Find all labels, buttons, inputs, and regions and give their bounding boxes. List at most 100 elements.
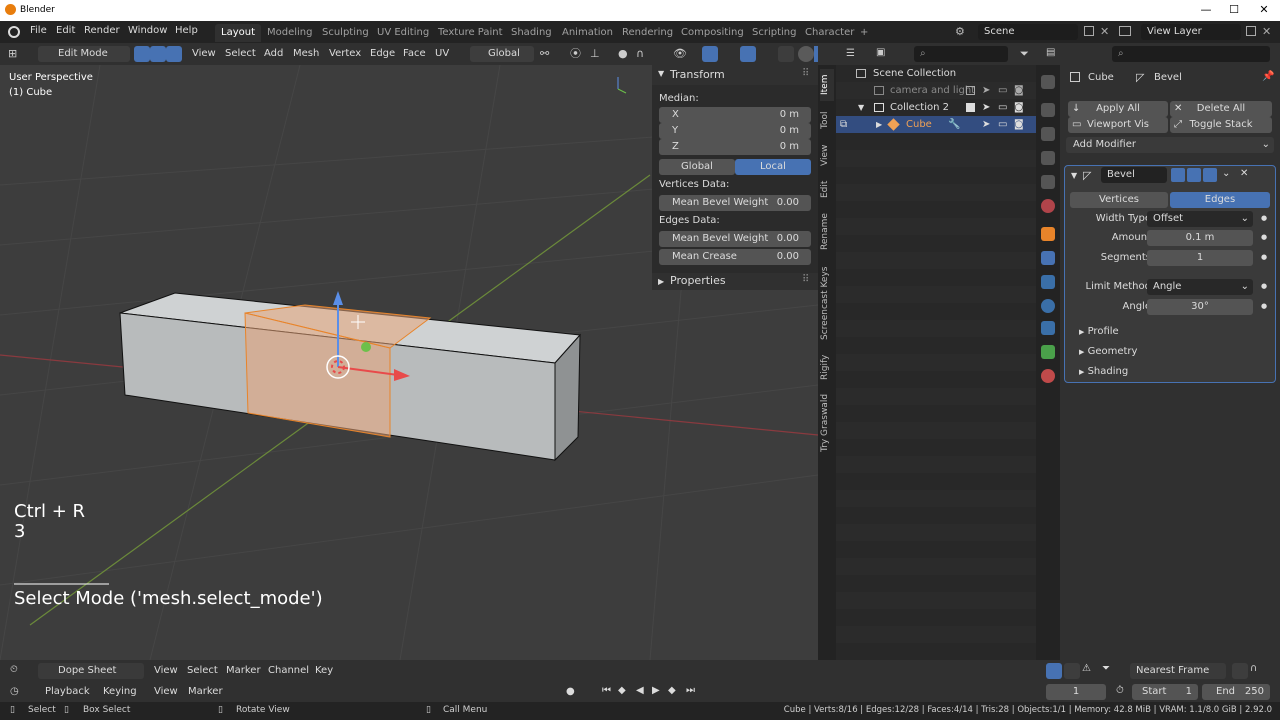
transform-panel-header[interactable]: ▼ Transform ⠿ bbox=[652, 65, 818, 85]
outliner-row-camera-light[interactable]: camera and light ➤ ▭ ◙ bbox=[836, 82, 1036, 99]
particles-tab-icon[interactable] bbox=[1041, 275, 1055, 289]
viewport-monitor-icon[interactable]: ▭ bbox=[998, 116, 1007, 133]
start-frame-field[interactable]: Start 1 bbox=[1132, 684, 1198, 700]
viewport-menu-face[interactable]: Face bbox=[403, 46, 426, 62]
next-keyframe-icon[interactable]: ◆ bbox=[668, 685, 676, 696]
outliner-scene-collection[interactable]: Scene Collection bbox=[836, 65, 1036, 82]
tab-rendering[interactable]: Rendering bbox=[616, 24, 679, 42]
properties-search-input[interactable]: ⌕ bbox=[1112, 46, 1270, 62]
transform-orientation-dropdown[interactable]: Global bbox=[470, 46, 534, 62]
outliner-row-cube[interactable]: ⧉ ▶ Cube 🔧 ➤ ▭ ◙ bbox=[836, 116, 1036, 133]
mean-crease-field[interactable]: Mean Crease 0.00 bbox=[659, 249, 811, 265]
viewport-monitor-icon[interactable]: ▭ bbox=[998, 99, 1007, 116]
tab-character[interactable]: Character bbox=[799, 24, 860, 42]
jump-start-icon[interactable]: ⏮ bbox=[602, 685, 611, 696]
viewport-menu-mesh[interactable]: Mesh bbox=[293, 46, 319, 62]
geometry-subpanel[interactable]: ▶ Geometry bbox=[1079, 346, 1259, 362]
affect-edges-toggle[interactable]: Edges bbox=[1170, 192, 1270, 208]
tool-tab-icon[interactable] bbox=[1041, 75, 1055, 89]
play-reverse-icon[interactable]: ◀ bbox=[636, 685, 644, 696]
wireframe-shading-icon[interactable] bbox=[798, 46, 814, 62]
add-workspace-button[interactable]: + bbox=[854, 24, 874, 42]
segments-field[interactable]: 1 bbox=[1147, 250, 1253, 266]
view-layer-tab-icon[interactable] bbox=[1041, 151, 1055, 165]
world-tab-icon[interactable] bbox=[1041, 199, 1055, 213]
median-z-field[interactable]: Z 0 m bbox=[659, 139, 811, 155]
timeline-menu-view[interactable]: View bbox=[154, 663, 178, 679]
keyframe-dot-icon[interactable]: ● bbox=[1261, 233, 1267, 241]
properties-editor-icon[interactable]: ▤ bbox=[1046, 47, 1062, 61]
edge-bevel-weight-field[interactable]: Mean Bevel Weight 0.00 bbox=[659, 231, 811, 247]
delete-scene-icon[interactable]: ✕ bbox=[1100, 25, 1109, 38]
viewport-vis-button[interactable]: ▭ Viewport Vis bbox=[1068, 117, 1168, 133]
outliner-row-collection-2[interactable]: ▼ Collection 2 ➤ ▭ ◙ bbox=[836, 99, 1036, 116]
drag-handle-icon[interactable]: ⠿ bbox=[802, 274, 809, 285]
viewport-menu-add[interactable]: Add bbox=[264, 46, 283, 62]
data-tab-icon[interactable] bbox=[1041, 345, 1055, 359]
chevron-down-icon[interactable]: ⌄ bbox=[1222, 168, 1230, 179]
output-tab-icon[interactable] bbox=[1041, 127, 1055, 141]
object-tab-icon[interactable] bbox=[1041, 227, 1055, 241]
edge-select-mode-icon[interactable] bbox=[150, 46, 166, 62]
select-arrow-icon[interactable]: ➤ bbox=[982, 116, 990, 133]
select-tool-icon[interactable] bbox=[1046, 663, 1062, 679]
sidebar-tab-tool[interactable]: Tool bbox=[820, 107, 834, 133]
render-camera-icon[interactable]: ◙ bbox=[1014, 82, 1024, 99]
modifier-tab-icon[interactable] bbox=[1041, 251, 1055, 265]
expand-arrow-icon[interactable]: ▼ bbox=[858, 99, 864, 116]
modifier-name-input[interactable]: Bevel bbox=[1101, 167, 1167, 183]
keyframe-dot-icon[interactable]: ● bbox=[1261, 214, 1267, 222]
exclude-checkbox[interactable] bbox=[966, 86, 975, 95]
menu-file[interactable]: File bbox=[30, 25, 47, 36]
filter-icon[interactable]: ⏷ bbox=[1020, 47, 1029, 61]
tab-texture-paint[interactable]: Texture Paint bbox=[432, 24, 509, 42]
affect-vertices-toggle[interactable]: Vertices bbox=[1070, 192, 1168, 208]
edit-mode-icon[interactable]: ⧉ bbox=[840, 116, 847, 133]
playback-menu[interactable]: Playback bbox=[45, 684, 90, 700]
maximize-button[interactable]: ☐ bbox=[1220, 2, 1248, 18]
filter-icon[interactable]: ⏷ bbox=[1102, 663, 1118, 679]
scene-icon[interactable]: ⚙ bbox=[955, 25, 969, 39]
current-frame-field[interactable]: 1 bbox=[1046, 684, 1106, 700]
box-select-tool-icon[interactable] bbox=[1064, 663, 1080, 679]
clock-icon[interactable]: ⏱ bbox=[1116, 685, 1124, 696]
viewport-menu-edge[interactable]: Edge bbox=[370, 46, 395, 62]
remove-modifier-icon[interactable]: ✕ bbox=[1240, 168, 1248, 179]
editor-type-icon[interactable]: ⊞ bbox=[8, 46, 24, 62]
vertex-bevel-weight-field[interactable]: Mean Bevel Weight 0.00 bbox=[659, 195, 811, 211]
pin-icon[interactable]: 📌 bbox=[1262, 71, 1274, 82]
angle-field[interactable]: 30° bbox=[1147, 299, 1253, 315]
amount-field[interactable]: 0.1 m bbox=[1147, 230, 1253, 246]
constraints-tab-icon[interactable] bbox=[1041, 321, 1055, 335]
timeline-view-menu[interactable]: View bbox=[154, 684, 178, 700]
view-layer-icon[interactable] bbox=[1119, 26, 1131, 36]
sidebar-tab-rename[interactable]: Rename bbox=[820, 211, 834, 253]
prev-keyframe-icon[interactable]: ◆ bbox=[618, 685, 626, 696]
toggle-stack-button[interactable]: ⤢ Toggle Stack bbox=[1170, 117, 1272, 133]
viewport-menu-select[interactable]: Select bbox=[225, 46, 256, 62]
viewport-menu-uv[interactable]: UV bbox=[435, 46, 449, 62]
keying-menu[interactable]: Keying bbox=[103, 684, 137, 700]
add-modifier-dropdown[interactable]: Add Modifier ⌄ bbox=[1066, 137, 1274, 153]
solid-shading-icon[interactable] bbox=[814, 46, 818, 62]
snap-icon[interactable]: ⦿ bbox=[570, 46, 586, 62]
render-tab-icon[interactable] bbox=[1041, 103, 1055, 117]
collapse-arrow-icon[interactable]: ▼ bbox=[1071, 171, 1077, 180]
viewport-monitor-icon[interactable]: ▭ bbox=[998, 82, 1007, 99]
limit-method-dropdown[interactable]: Angle ⌄ bbox=[1147, 279, 1253, 295]
play-icon[interactable]: ▶ bbox=[652, 685, 660, 696]
apply-all-button[interactable]: ↓ Apply All bbox=[1068, 101, 1168, 117]
face-select-mode-icon[interactable] bbox=[166, 46, 182, 62]
xray-toggle-icon[interactable] bbox=[778, 46, 794, 62]
end-frame-field[interactable]: End 250 bbox=[1202, 684, 1270, 700]
material-tab-icon[interactable] bbox=[1041, 369, 1055, 383]
scene-field[interactable]: Scene bbox=[978, 24, 1078, 40]
overlay-toggle-icon[interactable] bbox=[740, 46, 756, 62]
menu-edit[interactable]: Edit bbox=[56, 25, 75, 36]
menu-render[interactable]: Render bbox=[84, 25, 120, 36]
menu-window[interactable]: Window bbox=[128, 25, 167, 36]
viewport-menu-view[interactable]: View bbox=[192, 46, 216, 62]
median-y-field[interactable]: Y 0 m bbox=[659, 123, 811, 139]
tab-compositing[interactable]: Compositing bbox=[675, 24, 750, 42]
tab-shading[interactable]: Shading bbox=[505, 24, 558, 42]
